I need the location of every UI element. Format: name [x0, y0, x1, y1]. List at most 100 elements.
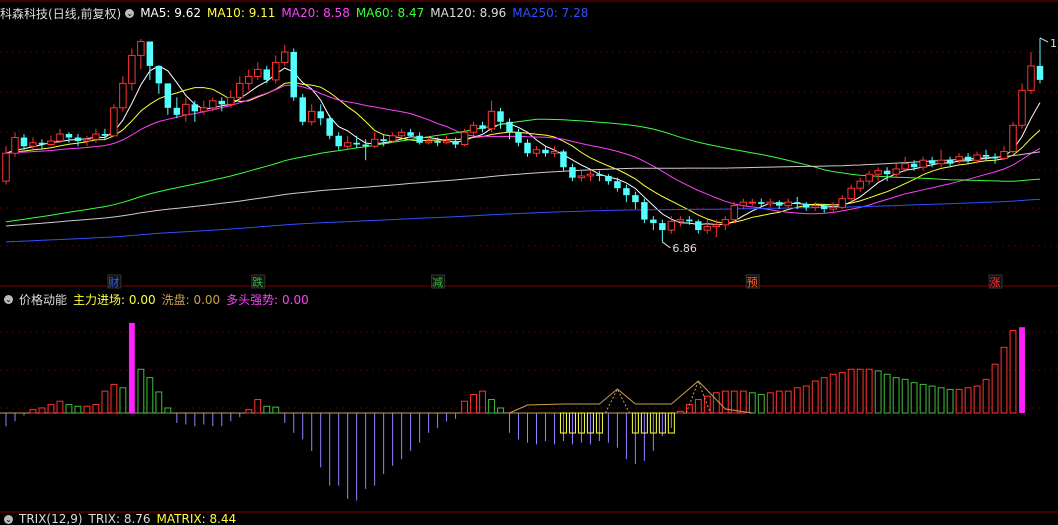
candle-body: [479, 125, 486, 129]
momentum-bar: [245, 409, 253, 414]
candle-body: [542, 149, 549, 154]
momentum-bar: [676, 410, 684, 414]
candle-body: [532, 149, 541, 154]
ma-line-10: [5, 81, 1041, 225]
ma-line-250: [5, 198, 1041, 243]
momentum-bar: [946, 388, 954, 414]
candle-body: [605, 175, 612, 182]
candle-body: [982, 154, 990, 157]
ma-line-60: [5, 118, 1041, 223]
candle-body: [20, 137, 28, 147]
stock-chart[interactable]: 12.67 6.86 财 跌 减 预 涨: [0, 0, 1058, 525]
candle-body: [614, 181, 621, 189]
candle-body: [550, 150, 559, 154]
candle-body: [676, 219, 685, 222]
candle-body: [973, 154, 981, 161]
candle-body: [515, 132, 522, 143]
candle-body: [442, 140, 451, 144]
momentum-bar: [119, 387, 127, 414]
momentum-bar: [964, 387, 972, 414]
ma-line-120: [5, 151, 1041, 227]
momentum-bar: [802, 385, 810, 414]
candle-body: [937, 159, 945, 165]
candle-body: [460, 131, 469, 145]
candle-body: [487, 110, 496, 130]
candle-body: [317, 111, 324, 119]
candle-body: [928, 160, 936, 164]
momentum-bar: [991, 363, 999, 414]
momentum-bar: [712, 392, 720, 414]
momentum-bar: [793, 387, 801, 414]
candle-body: [173, 107, 181, 115]
candle-body: [326, 118, 333, 136]
candle-body: [74, 137, 82, 142]
candle-body: [29, 142, 37, 147]
candle-body: [892, 168, 900, 175]
candle-body: [469, 124, 478, 133]
candle-body: [362, 144, 369, 147]
candle-body: [200, 107, 208, 112]
candle-body: [11, 137, 19, 154]
momentum-bar: [47, 404, 55, 414]
momentum-bar: [838, 372, 846, 414]
momentum-bar: [874, 370, 882, 414]
momentum-bar: [74, 405, 82, 414]
candle-body: [955, 156, 963, 161]
candle-body: [65, 134, 73, 138]
candle-body: [811, 205, 819, 208]
candle-body: [776, 202, 783, 206]
candle-body: [424, 140, 433, 144]
candle-body: [721, 219, 730, 226]
candle-body: [380, 139, 387, 142]
momentum-bar: [101, 390, 109, 414]
candle-body: [209, 100, 217, 109]
candle-body: [38, 142, 46, 145]
candle-body: [596, 174, 603, 176]
candle-body: [452, 141, 459, 145]
candle-body: [227, 96, 235, 105]
candle-body: [758, 202, 765, 204]
momentum-bar: [694, 399, 702, 414]
candle-body: [829, 206, 837, 210]
candle-body: [712, 224, 721, 228]
momentum-bar: [883, 373, 891, 414]
candle-body: [641, 202, 648, 220]
momentum-bar: [56, 400, 64, 414]
event-marker-3: 预: [747, 276, 758, 289]
candle-body: [1018, 89, 1026, 126]
candle-body: [856, 180, 864, 189]
candle-body: [434, 141, 441, 143]
candle-body: [497, 111, 504, 122]
candle-body: [101, 134, 109, 136]
momentum-bar: [1000, 346, 1008, 414]
momentum-bar: [865, 368, 873, 414]
candle-body: [2, 152, 10, 182]
candle-body: [632, 195, 639, 203]
momentum-bar: [847, 368, 855, 414]
candle-body: [838, 198, 846, 208]
momentum-bar: [461, 400, 468, 414]
candle-body: [1036, 65, 1044, 80]
candle-body: [164, 83, 172, 108]
momentum-bar: [497, 407, 504, 414]
candle-body: [92, 133, 100, 140]
candle-body: [146, 41, 154, 66]
candle-body: [343, 142, 352, 147]
candle-body: [784, 201, 792, 207]
candle-body: [119, 82, 127, 109]
candle-body: [802, 203, 810, 208]
candle-body: [290, 51, 297, 98]
candle-body: [686, 219, 693, 222]
event-marker-2: 减: [432, 276, 443, 289]
washout-peak: [685, 379, 711, 414]
candle-body: [623, 188, 630, 196]
momentum-bar: [164, 407, 172, 414]
candle-body: [667, 220, 676, 231]
candle-body: [820, 205, 828, 210]
momentum-bar: [748, 392, 756, 414]
momentum-bar: [955, 388, 963, 414]
candle-body: [586, 173, 595, 177]
momentum-bar-strong: [128, 322, 135, 413]
candle-body: [254, 68, 262, 77]
candle-body: [569, 167, 576, 178]
